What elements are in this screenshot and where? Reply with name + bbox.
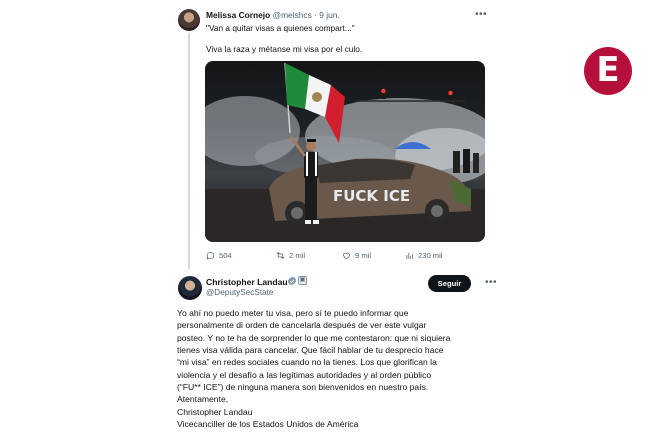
views-action[interactable]: 230 mil (405, 251, 442, 260)
like-action[interactable]: 9 mil (342, 251, 371, 260)
views-count: 230 mil (418, 251, 443, 260)
author-handle-date[interactable]: @melshcs · 9 jun. (273, 10, 340, 20)
reply-action[interactable]: 504 (206, 251, 232, 260)
tweet-text: Viva la raza y métanse mi visa por el cu… (206, 44, 363, 54)
tweet-line: Atentamente, (177, 394, 229, 405)
tweet-line: posteo. Y no te ha de sorprender lo que … (177, 332, 451, 343)
tweet-actions: 504 2 mil 9 mil 230 mil (206, 251, 486, 263)
photo-scene: FUCK ICE (205, 62, 485, 242)
tweet-line: tienes visa válida para cancelar. Que fá… (177, 345, 444, 356)
tweet-line: Vicecanciller de los Estados Unidos de A… (177, 419, 359, 430)
reply-icon (206, 252, 215, 260)
more-icon[interactable]: ••• (485, 278, 497, 288)
site-logo: E (584, 47, 632, 95)
logo-letter: E (596, 50, 620, 90)
avatar[interactable] (178, 276, 202, 300)
retweet-icon (276, 251, 285, 260)
tweet-header: Melissa Cornejo @melshcs · 9 jun. (206, 10, 340, 20)
more-icon[interactable]: ••• (475, 10, 487, 20)
thread-connector-line (188, 33, 190, 269)
retweet-count: 2 mil (289, 251, 306, 260)
tweet-photo[interactable]: FUCK ICE (205, 61, 485, 242)
tweet-line: “mi visa” en redes sociales cuando no la… (177, 357, 437, 368)
avatar[interactable] (178, 9, 200, 31)
follow-button[interactable]: Seguir (428, 275, 471, 292)
tweet-line: personalmente di orden de cancelarla des… (177, 320, 427, 331)
graffiti-text: FUCK ICE (333, 187, 410, 205)
views-icon (406, 252, 413, 259)
tweet-text: Yo ahí no puedo meter tu visa, pero sí t… (177, 307, 477, 430)
tweet-line: (“FU** ICE”) de ninguna manera son bienv… (177, 382, 429, 393)
tweet-line: Yo ahí no puedo meter tu visa, pero sí t… (177, 308, 409, 318)
reply-count: 504 (219, 251, 232, 260)
tweet-line: violencia y el desafío a las legítimas a… (177, 369, 432, 380)
author-name[interactable]: Christopher Landau (206, 277, 288, 287)
tweet-line: Christopher Landau (177, 406, 253, 417)
government-affiliation-icon[interactable]: ▣ (298, 276, 307, 285)
like-icon (343, 252, 350, 260)
author-handle[interactable]: @DeputySecState (206, 288, 273, 297)
retweet-action[interactable]: 2 mil (276, 251, 305, 260)
author-name[interactable]: Melissa Cornejo (206, 10, 270, 20)
verified-badge-icon[interactable] (287, 276, 297, 286)
like-count: 9 mil (355, 251, 372, 260)
quoted-text: "Van a quitar visas a quienes compart...… (206, 23, 355, 33)
